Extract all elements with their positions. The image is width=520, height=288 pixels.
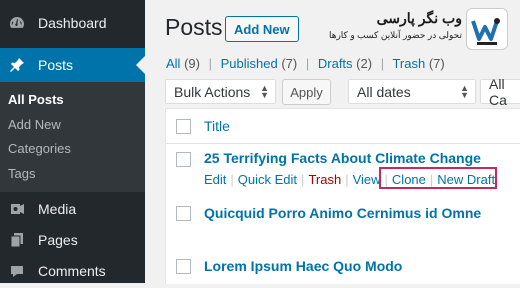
filter-trash-count: (7) <box>428 56 445 71</box>
sidebar-item-label: Media <box>38 201 77 217</box>
edit-link[interactable]: Edit <box>204 172 226 187</box>
view-link[interactable]: View <box>353 172 381 187</box>
filter-published-count: (7) <box>281 56 298 71</box>
filter-published[interactable]: Published <box>221 56 278 71</box>
dates-filter-select[interactable]: All dates ▲ ▼ <box>348 79 476 104</box>
post-status-filters: All (9) | Published (7) | Drafts (2) | T… <box>166 56 445 71</box>
main-content: Posts Add New وب نگر پارسی تحولی در حضور… <box>145 0 520 284</box>
apply-button[interactable]: Apply <box>282 79 331 105</box>
row-checkbox[interactable] <box>176 259 191 274</box>
site-logo: وب نگر پارسی تحولی در حضور آنلاین کسب و … <box>329 8 510 50</box>
current-menu-arrow <box>136 56 145 74</box>
header-divider <box>166 143 520 144</box>
admin-sidebar: Dashboard Posts All Posts Add New Catego… <box>0 0 145 283</box>
page-title: Posts <box>165 14 223 40</box>
filter-drafts-count: (2) <box>356 56 373 71</box>
sidebar-item-label: Pages <box>38 232 78 248</box>
categories-filter-value: All Ca <box>489 75 507 108</box>
submenu-tags[interactable]: Tags <box>8 166 35 181</box>
filter-all[interactable]: All <box>166 56 180 71</box>
title-column-header[interactable]: Title <box>204 118 230 134</box>
pages-icon <box>8 231 26 249</box>
filter-trash[interactable]: Trash <box>392 56 425 71</box>
comments-icon <box>8 262 26 280</box>
logo-tagline: تحولی در حضور آنلاین کسب و کارها <box>328 30 462 40</box>
submenu-add-new[interactable]: Add New <box>8 117 61 132</box>
filter-all-count: (9) <box>184 56 200 71</box>
dates-filter-value: All dates <box>357 83 411 100</box>
sidebar-item-label: Posts <box>38 57 74 73</box>
posts-submenu: All Posts Add New Categories Tags <box>0 82 145 192</box>
filter-separator: | <box>208 56 212 71</box>
pushpin-icon <box>8 56 26 74</box>
submenu-categories[interactable]: Categories <box>8 141 71 156</box>
trash-link[interactable]: Trash <box>308 172 341 187</box>
quick-edit-link[interactable]: Quick Edit <box>238 172 297 187</box>
posts-table: Title 25 Terrifying Facts About Climate … <box>165 108 520 284</box>
dashboard-icon <box>8 14 26 32</box>
sidebar-item-media[interactable]: Media <box>0 192 145 226</box>
post-title-link[interactable]: Lorem Ipsum Haec Quo Modo <box>204 258 402 274</box>
highlight-box <box>379 167 497 189</box>
sidebar-item-label: Dashboard <box>38 15 107 31</box>
sidebar-item-dashboard[interactable]: Dashboard <box>0 6 145 40</box>
post-title-link[interactable]: Quicquid Porro Animo Cernimus id Omne <box>204 205 481 221</box>
logo-mark-icon <box>466 8 508 50</box>
sidebar-item-label: Comments <box>38 263 106 279</box>
add-new-button[interactable]: Add New <box>225 16 299 42</box>
select-arrows-icon: ▲ ▼ <box>260 83 269 100</box>
sidebar-item-posts[interactable]: Posts <box>0 48 145 82</box>
row-checkbox[interactable] <box>176 206 191 221</box>
bulk-actions-select[interactable]: Bulk Actions ▲ ▼ <box>165 79 276 104</box>
post-title-link[interactable]: 25 Terrifying Facts About Climate Change <box>204 150 481 166</box>
filter-separator: | <box>305 56 310 71</box>
media-icon <box>8 200 26 218</box>
sidebar-item-pages[interactable]: Pages <box>0 223 145 257</box>
categories-filter-select[interactable]: All Ca <box>480 76 520 108</box>
logo-title: وب نگر پارسی <box>376 10 462 26</box>
bulk-actions-value: Bulk Actions <box>174 83 251 100</box>
select-arrows-icon: ▲ ▼ <box>460 83 469 100</box>
filter-separator: | <box>380 56 385 71</box>
filter-drafts[interactable]: Drafts <box>318 56 353 71</box>
submenu-all-posts[interactable]: All Posts <box>8 92 64 107</box>
select-all-checkbox[interactable] <box>176 119 191 134</box>
row-checkbox[interactable] <box>176 152 191 167</box>
